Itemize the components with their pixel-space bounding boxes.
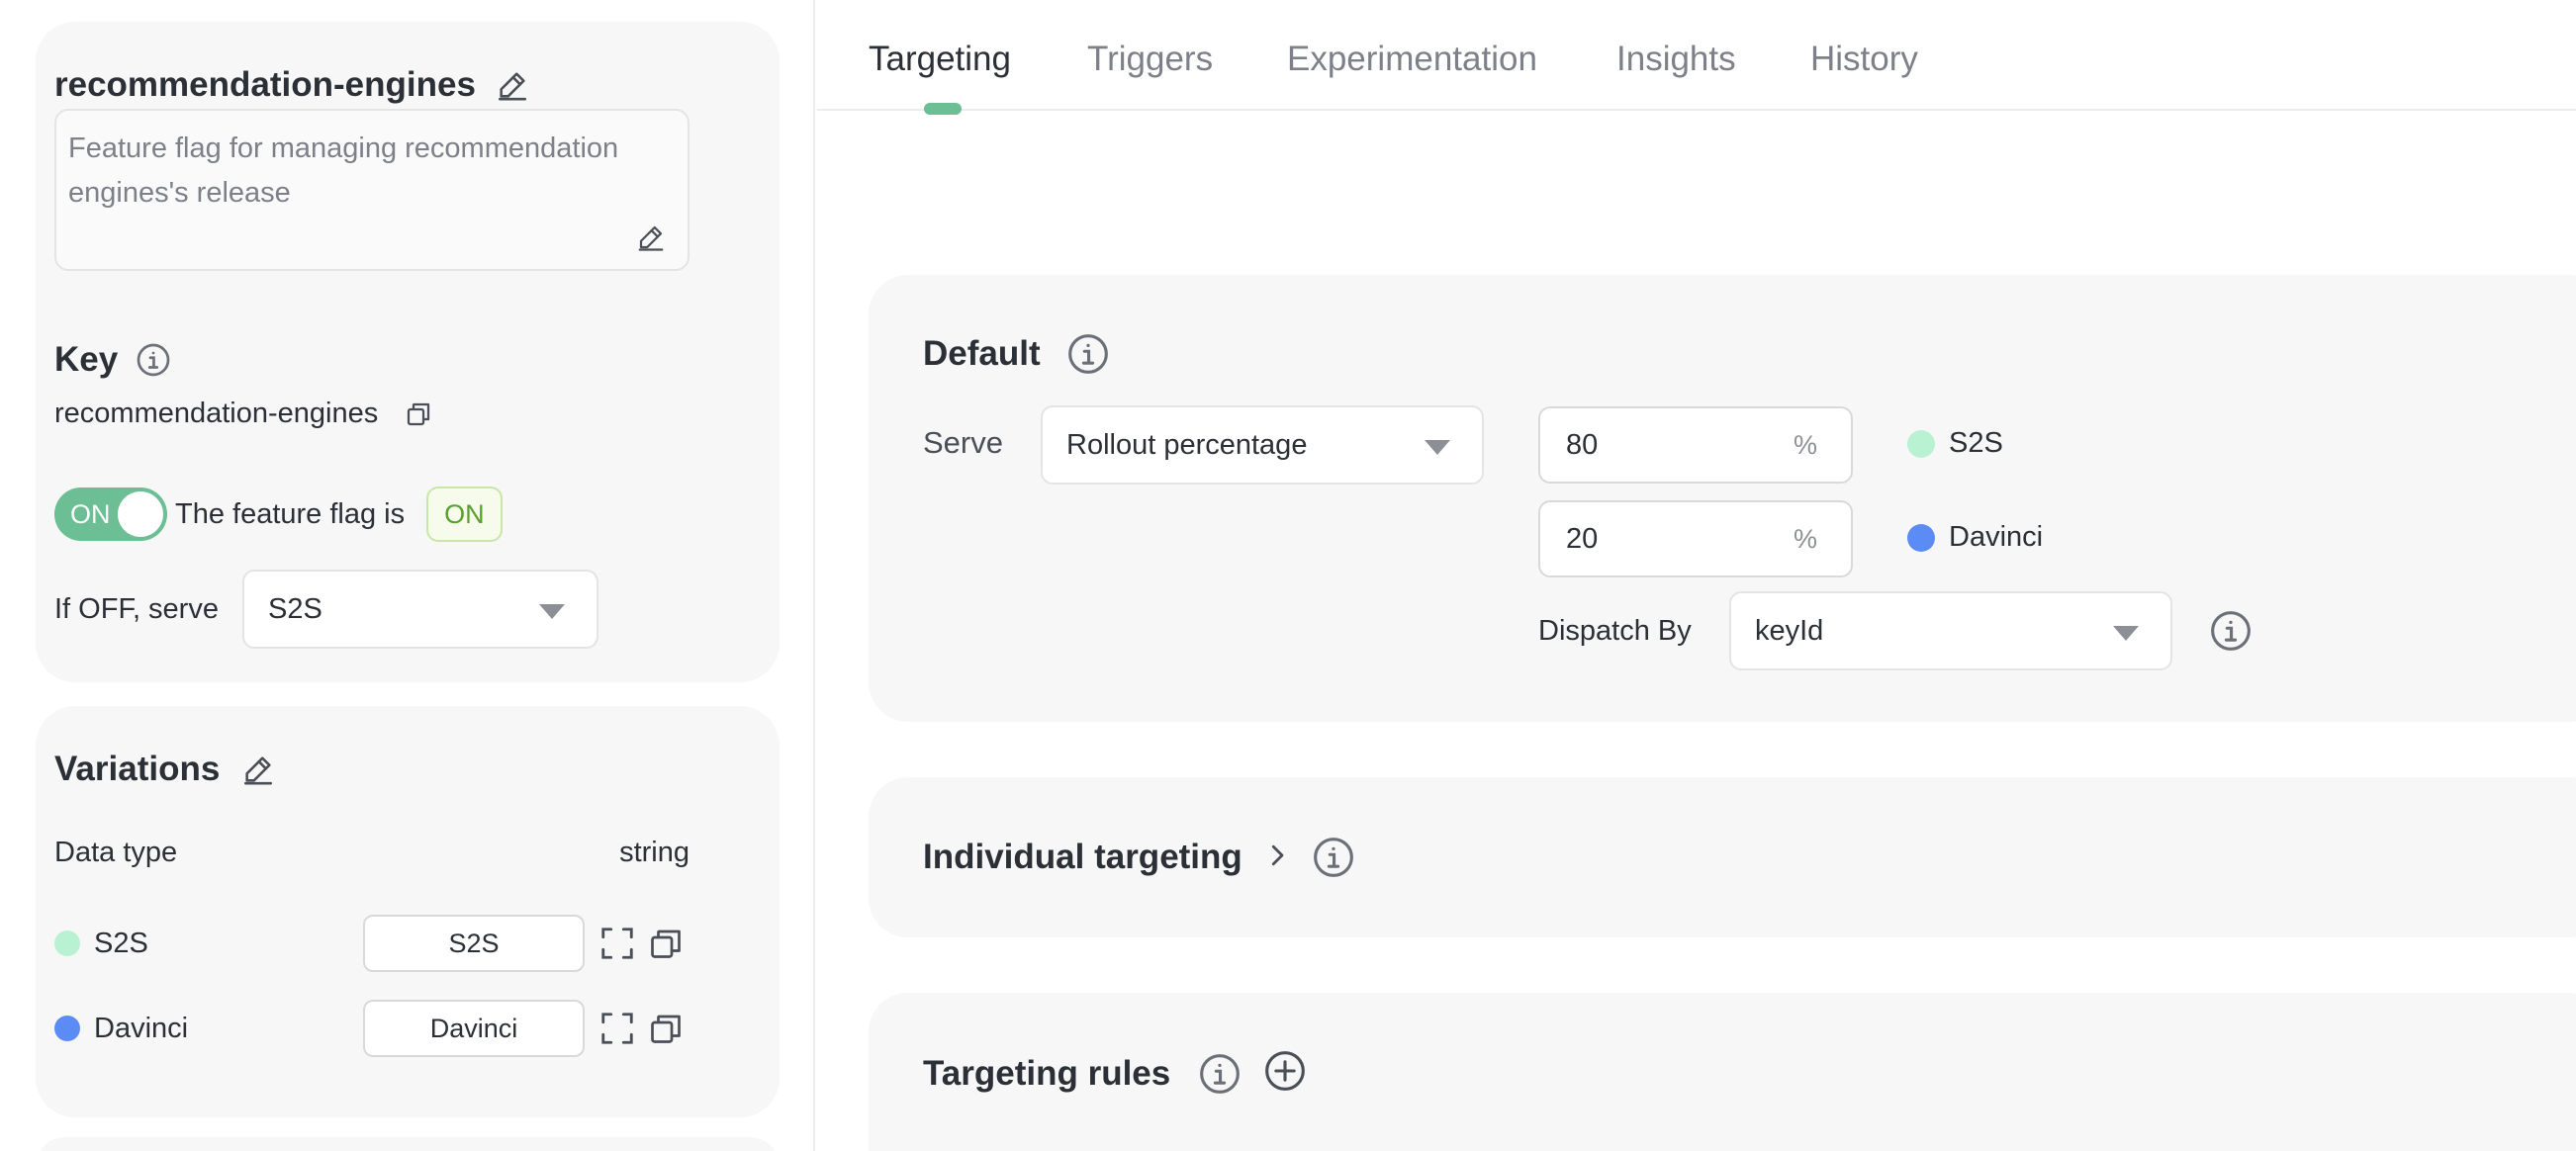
copy-icon[interactable] (404, 399, 433, 429)
variation-color-dot (1907, 429, 1935, 458)
next-card (36, 1137, 780, 1151)
data-type-row: Data type string (54, 837, 690, 869)
edit-icon[interactable] (496, 68, 529, 102)
variation-value-field[interactable]: S2S (363, 915, 585, 972)
flag-status-row: ON The feature flag is ON (54, 487, 503, 542)
chevron-right-icon[interactable] (1262, 841, 1292, 875)
off-serve-select[interactable]: S2S (241, 570, 598, 649)
tab-targeting[interactable]: Targeting (869, 40, 1011, 79)
flag-toggle[interactable]: ON (54, 487, 167, 541)
status-badge: ON (426, 487, 503, 542)
dispatch-by-select[interactable]: keyId (1729, 591, 2172, 670)
status-text: The feature flag is (175, 497, 406, 530)
variation-item: S2S S2S (54, 914, 717, 973)
key-header: Key (54, 340, 171, 380)
serve-label: Serve (923, 425, 1003, 460)
edit-variations-icon[interactable] (241, 753, 275, 786)
toggle-knob (118, 491, 163, 537)
flag-title: recommendation-engines (54, 65, 476, 104)
flag-sidebar: recommendation-engines Feature flag for … (0, 0, 815, 1151)
individual-targeting-header[interactable]: Individual targeting (923, 836, 1355, 879)
off-serve-value: S2S (267, 592, 322, 625)
variation-name: Davinci (94, 1012, 189, 1044)
individual-targeting-title: Individual targeting (923, 838, 1242, 876)
key-value: recommendation-engines (54, 398, 379, 429)
variation-color-dot (54, 930, 80, 956)
key-title: Key (54, 340, 119, 379)
tab-experimentation[interactable]: Experimentation (1287, 40, 1537, 79)
dispatch-by-label: Dispatch By (1538, 615, 1692, 647)
add-circle-icon[interactable] (1263, 1049, 1307, 1098)
description-text: Feature flag for managing recommendation… (68, 133, 619, 209)
targeting-rules-title: Targeting rules (923, 1053, 1171, 1093)
allocation-variation: S2S (1907, 427, 2003, 460)
edit-description-icon[interactable] (636, 221, 666, 251)
toggle-label: ON (70, 499, 111, 529)
targeting-rules-header: Targeting rules (923, 1049, 1307, 1098)
off-serve-row: If OFF, serve S2S (54, 570, 598, 649)
expand-icon[interactable] (598, 1010, 636, 1047)
variations-title: Variations (54, 750, 221, 788)
tab-insights[interactable]: Insights (1616, 40, 1736, 79)
variation-color-dot (54, 1016, 80, 1041)
default-section (869, 275, 2576, 722)
serve-mode-select[interactable]: Rollout percentage (1041, 405, 1484, 485)
copy-icon[interactable] (648, 926, 684, 961)
data-type-label: Data type (54, 837, 178, 868)
info-icon[interactable] (1312, 836, 1355, 879)
key-value-row: recommendation-engines (54, 398, 433, 430)
serve-mode-value: Rollout percentage (1066, 428, 1308, 461)
percent-unit: % (1793, 430, 1817, 460)
flag-title-row: recommendation-engines (54, 65, 529, 105)
rollout-percent-input[interactable]: 80 % (1538, 406, 1853, 484)
data-type-value: string (619, 837, 690, 868)
allocation-variation-name: S2S (1949, 427, 2003, 459)
allocation-variation: Davinci (1907, 521, 2043, 554)
info-icon[interactable] (136, 342, 171, 378)
expand-icon[interactable] (598, 925, 636, 962)
rollout-percent-value: 20 (1566, 522, 1599, 555)
variation-value-field[interactable]: Davinci (363, 1000, 585, 1057)
variations-header: Variations (54, 750, 275, 789)
rollout-percent-input[interactable]: 20 % (1538, 500, 1853, 577)
info-icon[interactable] (1198, 1052, 1242, 1096)
dispatch-by-value: keyId (1755, 614, 1824, 647)
caret-down-icon (2113, 626, 2139, 641)
info-icon[interactable] (1066, 332, 1110, 376)
copy-icon[interactable] (648, 1011, 684, 1046)
caret-down-icon (538, 604, 565, 619)
info-icon[interactable] (2209, 609, 2253, 658)
variation-color-dot (1907, 523, 1935, 552)
percent-unit: % (1793, 524, 1817, 554)
active-tab-indicator (924, 103, 962, 115)
description-field[interactable]: Feature flag for managing recommendation… (54, 109, 690, 271)
default-header: Default (923, 332, 1110, 376)
allocation-variation-name: Davinci (1949, 521, 2044, 553)
default-title: Default (923, 334, 1041, 373)
variation-item: Davinci Davinci (54, 999, 717, 1058)
off-serve-label: If OFF, serve (54, 592, 219, 625)
tab-history[interactable]: History (1810, 40, 1918, 79)
variation-name: S2S (94, 927, 148, 959)
rollout-percent-value: 80 (1566, 428, 1599, 461)
tab-triggers[interactable]: Triggers (1087, 40, 1213, 79)
caret-down-icon (1425, 440, 1450, 455)
